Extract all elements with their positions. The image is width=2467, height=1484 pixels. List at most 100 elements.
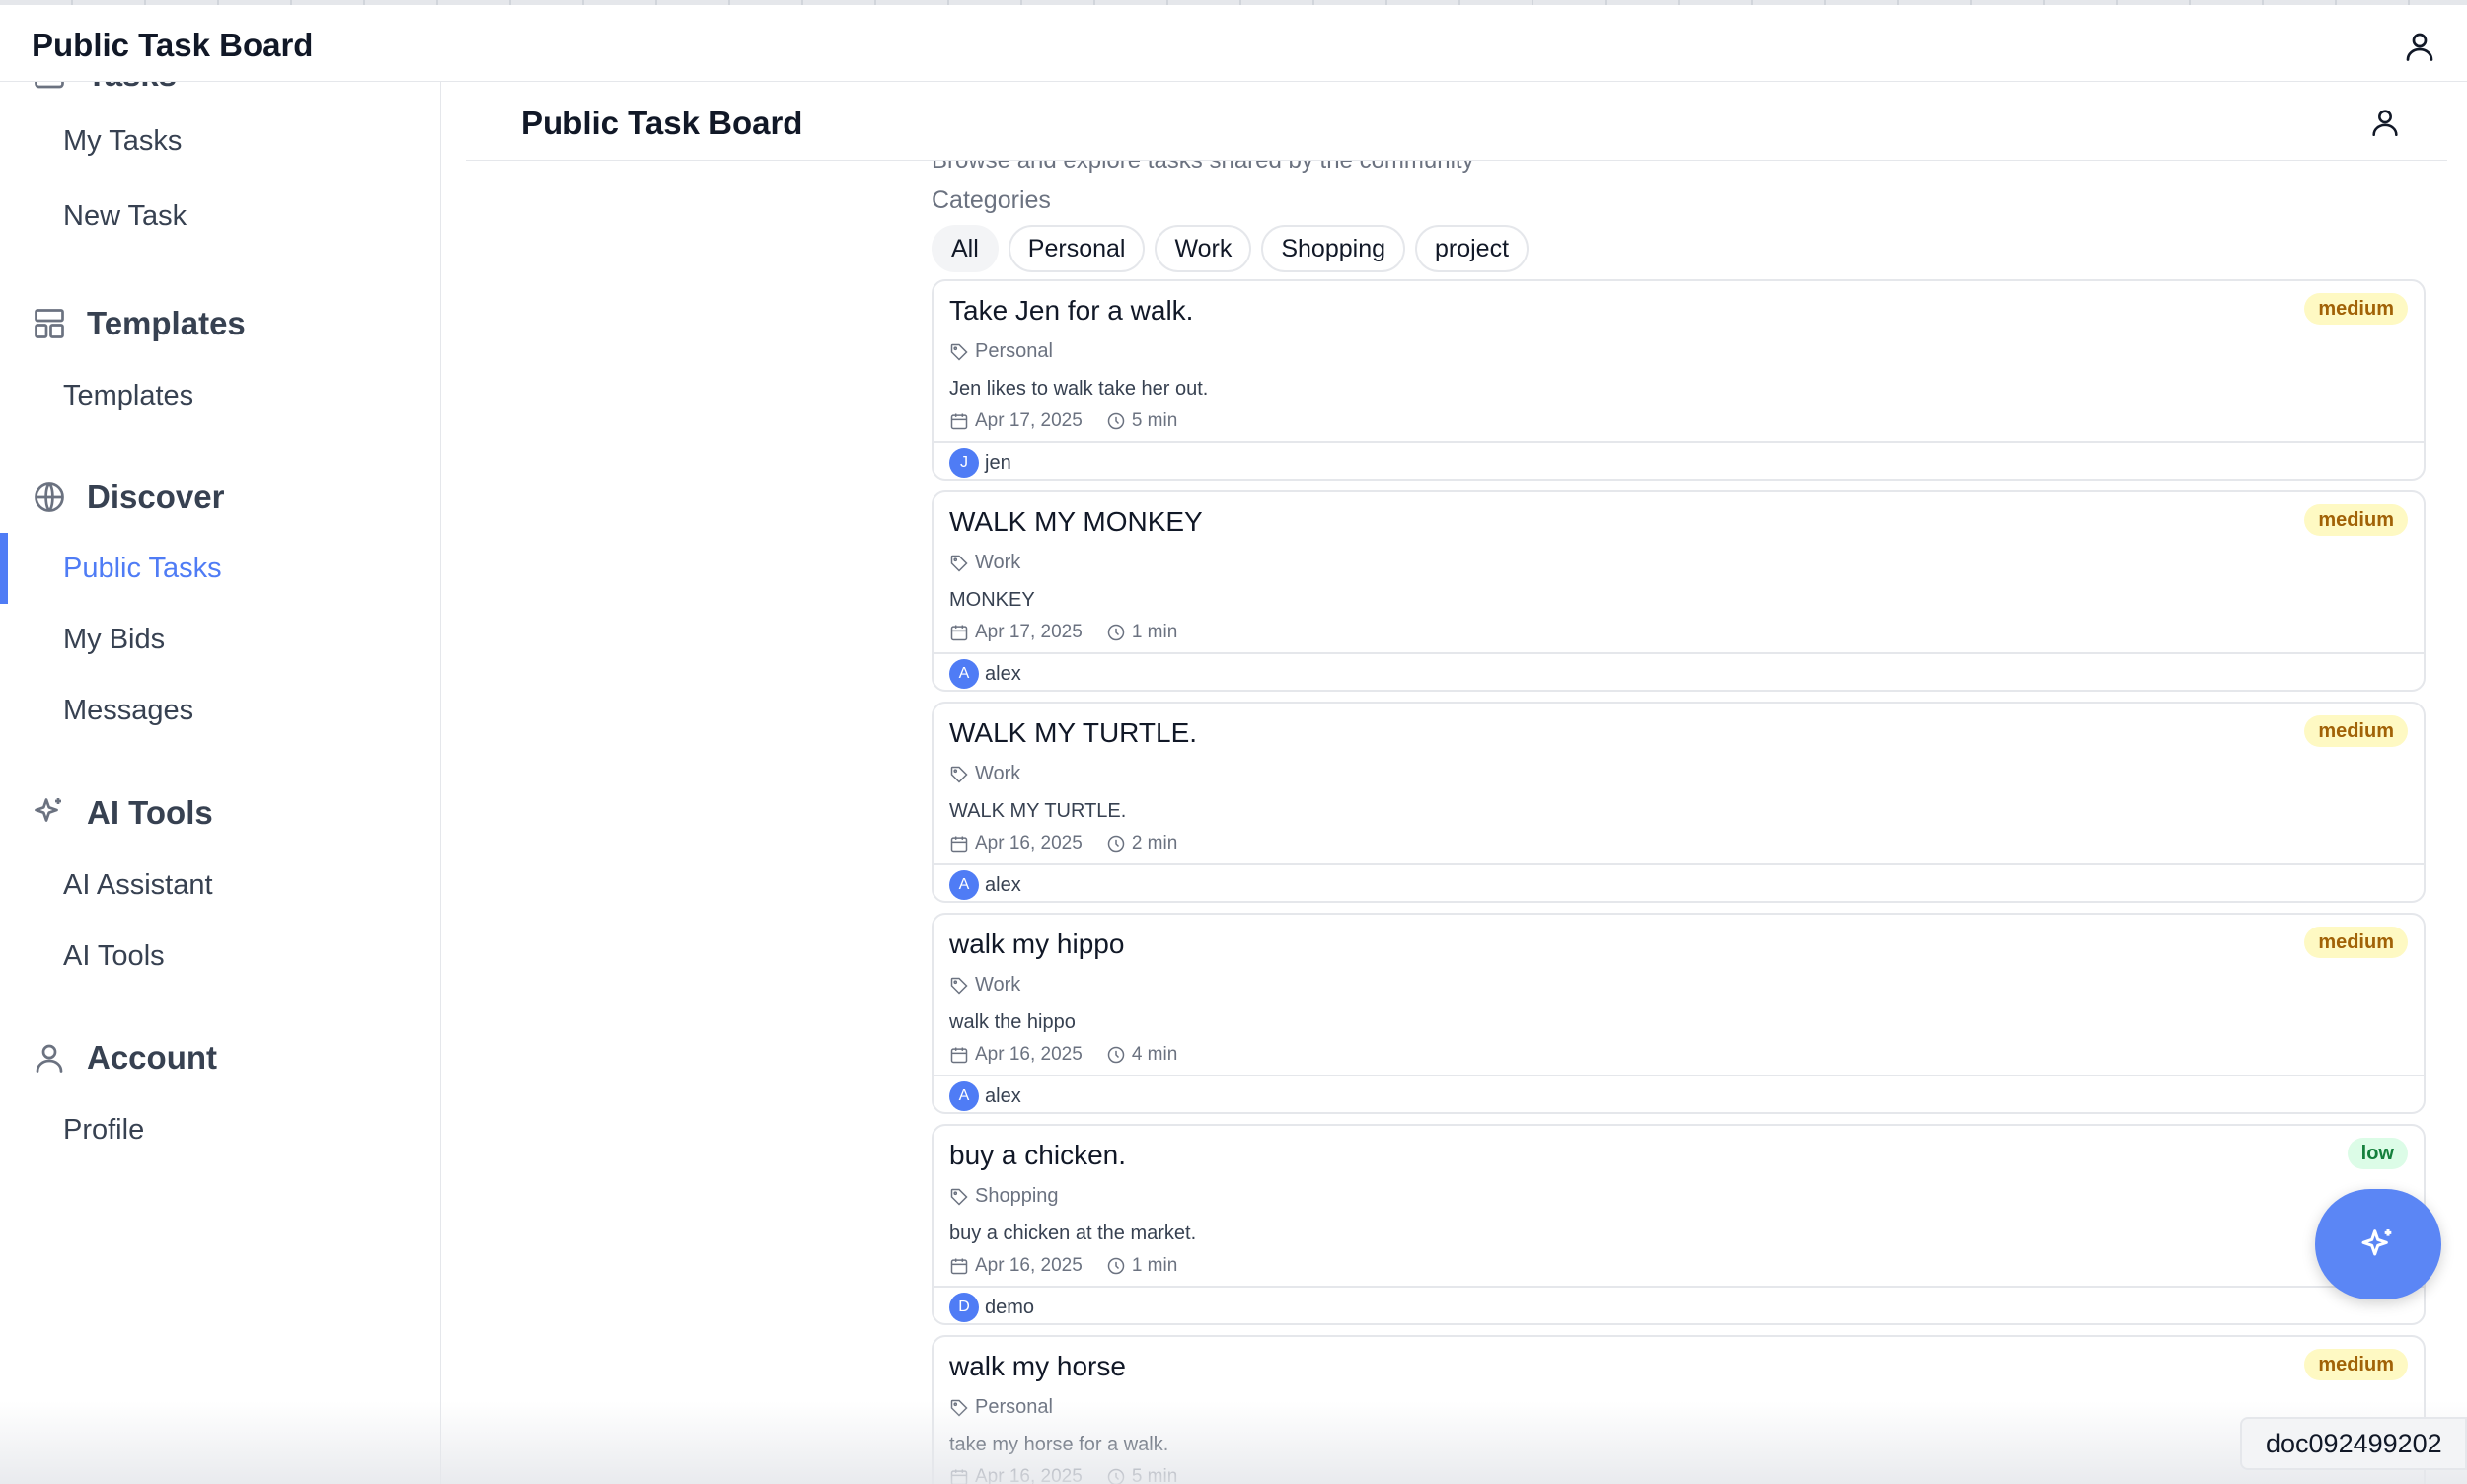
task-description: buy a chicken at the market. xyxy=(949,1223,1197,1244)
category-filter: All Personal Work Shopping project xyxy=(932,225,1530,272)
task-category-label: Work xyxy=(975,552,1021,573)
calendar-icon xyxy=(950,413,968,430)
task-date: Apr 16, 2025 xyxy=(975,1466,1083,1484)
category-chip-personal[interactable]: Personal xyxy=(1008,225,1146,272)
task-card[interactable]: WALK MY TURTLE. medium Work WALK MY TURTLE.… xyxy=(932,702,2426,903)
task-card[interactable]: WALK MY MONKEY medium Work MONKEY Apr 17, 20… xyxy=(932,490,2426,692)
calendar-icon xyxy=(950,1047,968,1064)
sidebar-item-ai-tools[interactable]: AI Tools xyxy=(63,940,165,973)
task-card[interactable]: walk my hippo medium Work walk the hippo Apr… xyxy=(932,913,2426,1114)
avatar: J xyxy=(949,448,979,478)
priority-badge: medium xyxy=(2304,1349,2408,1380)
avatar: A xyxy=(949,870,979,900)
section-discover: Discover xyxy=(32,479,224,516)
task-date: Apr 16, 2025 xyxy=(975,833,1083,853)
task-category-label: Personal xyxy=(975,340,1053,362)
task-description: Jen likes to walk take her out. xyxy=(949,378,1209,400)
avatar: D xyxy=(949,1293,979,1322)
section-tasks: Tasks xyxy=(32,82,177,94)
sidebar-item-profile[interactable]: Profile xyxy=(63,1114,144,1147)
task-title: walk my hippo xyxy=(949,928,1125,959)
task-card[interactable]: walk my horse medium Personal take my horse… xyxy=(932,1335,2426,1484)
sidebar-item-public-tasks[interactable]: Public Tasks xyxy=(63,553,222,585)
task-category: Personal xyxy=(949,340,1053,363)
sidebar-item-my-bids[interactable]: My Bids xyxy=(63,624,165,656)
tag-icon xyxy=(950,555,968,572)
priority-badge: medium xyxy=(2304,293,2408,325)
task-description: take my horse for a walk. xyxy=(949,1434,1169,1455)
task-title: walk my horse xyxy=(949,1351,1126,1381)
categories-label: Categories xyxy=(932,186,1051,214)
task-category: Work xyxy=(949,974,1020,997)
section-label: Templates xyxy=(87,305,246,341)
section-account: Account xyxy=(32,1039,217,1076)
task-meta: Apr 17, 2025 1 min xyxy=(949,622,1177,643)
section-label: Account xyxy=(87,1039,217,1076)
priority-badge: medium xyxy=(2304,504,2408,536)
task-meta: Apr 16, 2025 4 min xyxy=(949,1044,1177,1066)
task-owner: Jjen xyxy=(934,441,2424,479)
sidebar-item-ai-assistant[interactable]: AI Assistant xyxy=(63,869,213,902)
user-icon[interactable] xyxy=(2402,29,2437,64)
category-chip-work[interactable]: Work xyxy=(1155,225,1252,272)
task-title: WALK MY TURTLE. xyxy=(949,717,1198,748)
task-date: Apr 17, 2025 xyxy=(975,622,1083,642)
owner-name: alex xyxy=(985,662,1021,685)
priority-badge: medium xyxy=(2304,927,2408,958)
priority-badge: medium xyxy=(2304,715,2408,747)
task-duration: 2 min xyxy=(1131,833,1178,853)
section-label: Discover xyxy=(87,479,225,515)
task-owner: Aalex xyxy=(934,1075,2424,1112)
task-category-label: Personal xyxy=(975,1396,1053,1418)
user-icon xyxy=(36,1044,63,1073)
task-category-label: Work xyxy=(975,974,1021,996)
task-category: Work xyxy=(949,552,1020,574)
owner-name: jen xyxy=(985,451,1011,474)
task-title: buy a chicken. xyxy=(949,1140,1126,1170)
sidebar-item-my-tasks[interactable]: My Tasks xyxy=(63,125,182,158)
tasks-icon xyxy=(35,82,64,89)
task-owner: Ddemo xyxy=(934,1286,2424,1323)
sidebar-item-new-task[interactable]: New Task xyxy=(63,200,187,233)
clock-icon xyxy=(1107,835,1125,853)
user-icon[interactable] xyxy=(2368,106,2402,139)
section-ai-tools: AI Tools xyxy=(32,794,213,832)
category-chip-shopping[interactable]: Shopping xyxy=(1261,225,1405,272)
task-category-label: Shopping xyxy=(975,1185,1059,1207)
task-date: Apr 17, 2025 xyxy=(975,410,1083,431)
calendar-icon xyxy=(950,625,968,641)
document-id-tag: doc092499202 xyxy=(2240,1417,2467,1470)
section-label: AI Tools xyxy=(87,794,213,831)
clock-icon xyxy=(1107,624,1125,641)
clock-icon xyxy=(1107,412,1125,430)
sparkles-icon xyxy=(2361,1229,2392,1256)
task-owner: Aalex xyxy=(934,652,2424,690)
category-chip-project[interactable]: project xyxy=(1415,225,1530,272)
task-category: Work xyxy=(949,763,1020,785)
task-category: Personal xyxy=(949,1396,1053,1419)
owner-name: alex xyxy=(985,873,1021,896)
sidebar-item-messages[interactable]: Messages xyxy=(63,695,193,727)
task-description: WALK MY TURTLE. xyxy=(949,800,1127,822)
owner-name: alex xyxy=(985,1084,1021,1107)
section-label: Tasks xyxy=(87,82,177,94)
window-ruler xyxy=(0,0,2467,5)
task-duration: 1 min xyxy=(1131,1255,1178,1276)
task-title: Take Jen for a walk. xyxy=(949,295,1194,326)
active-indicator xyxy=(0,533,8,604)
task-title: WALK MY MONKEY xyxy=(949,506,1203,537)
task-date: Apr 16, 2025 xyxy=(975,1044,1083,1065)
task-description: MONKEY xyxy=(949,589,1035,611)
sidebar-item-templates[interactable]: Templates xyxy=(63,380,193,412)
avatar: A xyxy=(949,1081,979,1111)
task-duration: 5 min xyxy=(1131,410,1178,431)
clock-icon xyxy=(1107,1257,1125,1275)
task-card[interactable]: Take Jen for a walk. medium Personal Jen li… xyxy=(932,279,2426,481)
task-card[interactable]: buy a chicken. low Shopping buy a chicken a… xyxy=(932,1124,2426,1325)
priority-badge: low xyxy=(2347,1138,2408,1169)
ai-assistant-button[interactable] xyxy=(2315,1189,2441,1299)
tag-icon xyxy=(950,1188,968,1206)
category-chip-all[interactable]: All xyxy=(932,225,999,272)
main-content: Public Task Board Browse and explore tas… xyxy=(442,82,2467,1484)
page-title: Public Task Board xyxy=(521,105,803,141)
